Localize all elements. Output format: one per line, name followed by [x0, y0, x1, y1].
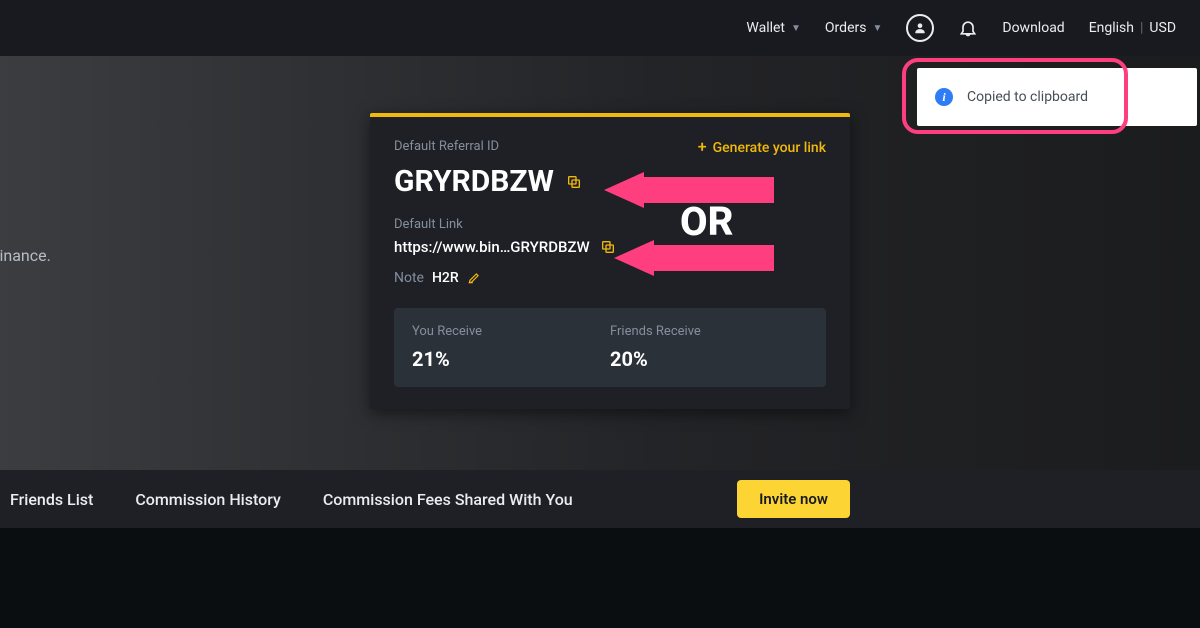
friends-receive-value: 20% [610, 347, 808, 371]
edit-icon[interactable] [467, 271, 481, 285]
invite-button[interactable]: Invite now [737, 480, 850, 518]
toast-message: Copied to clipboard [967, 89, 1088, 105]
tab-friends-list[interactable]: Friends List [10, 490, 93, 509]
nav-notifications[interactable] [958, 18, 978, 38]
referral-id-label: Default Referral ID [394, 139, 499, 154]
you-receive-label: You Receive [412, 324, 610, 339]
note-label: Note [394, 270, 424, 286]
separator: | [1140, 20, 1143, 36]
toast-copied: i Copied to clipboard [917, 68, 1197, 126]
note-value: H2R [432, 270, 459, 286]
tab-commission-history[interactable]: Commission History [135, 490, 281, 509]
nav-account[interactable] [906, 14, 934, 42]
bottom-area [0, 528, 1200, 628]
nav-orders[interactable]: Orders ▼ [825, 20, 882, 36]
chevron-down-icon: ▼ [872, 23, 882, 34]
nav-locale[interactable]: English | USD [1089, 20, 1176, 36]
nav-download[interactable]: Download [1002, 20, 1064, 36]
nav-currency-label: USD [1149, 20, 1176, 36]
generate-link-label: Generate your link [713, 140, 826, 156]
nav-orders-label: Orders [825, 20, 867, 36]
nav-wallet-label: Wallet [746, 20, 785, 36]
copy-icon[interactable] [600, 239, 616, 255]
copy-icon[interactable] [566, 174, 582, 190]
tabs-bar: Friends List Commission History Commissi… [0, 470, 1200, 528]
nav-wallet[interactable]: Wallet ▼ [746, 20, 801, 36]
default-link-value: https://www.bin…GRYRDBZW [394, 238, 590, 256]
default-link-label: Default Link [394, 217, 826, 232]
bell-icon [958, 18, 978, 38]
friends-receive-col: Friends Receive 20% [610, 324, 808, 371]
top-nav: Wallet ▼ Orders ▼ Download English | USD [0, 0, 1200, 56]
user-icon [906, 14, 934, 42]
you-receive-value: 21% [412, 347, 610, 371]
note-row: Note H2R [394, 270, 826, 286]
receive-box: You Receive 21% Friends Receive 20% [394, 308, 826, 387]
referral-code-value: GRYRDBZW [394, 164, 554, 199]
chevron-down-icon: ▼ [791, 23, 801, 34]
plus-icon: + [698, 137, 707, 156]
info-icon: i [935, 88, 953, 106]
default-link-row: https://www.bin…GRYRDBZW [394, 238, 826, 256]
referral-code-row: GRYRDBZW [394, 164, 826, 199]
you-receive-col: You Receive 21% [412, 324, 610, 371]
generate-link-button[interactable]: + Generate your link [698, 139, 826, 156]
friends-receive-label: Friends Receive [610, 324, 808, 339]
tab-fees-shared[interactable]: Commission Fees Shared With You [323, 490, 573, 509]
nav-language-label: English [1089, 20, 1134, 36]
nav-download-label: Download [1002, 20, 1064, 36]
referral-card: Default Referral ID + Generate your link… [370, 113, 850, 409]
